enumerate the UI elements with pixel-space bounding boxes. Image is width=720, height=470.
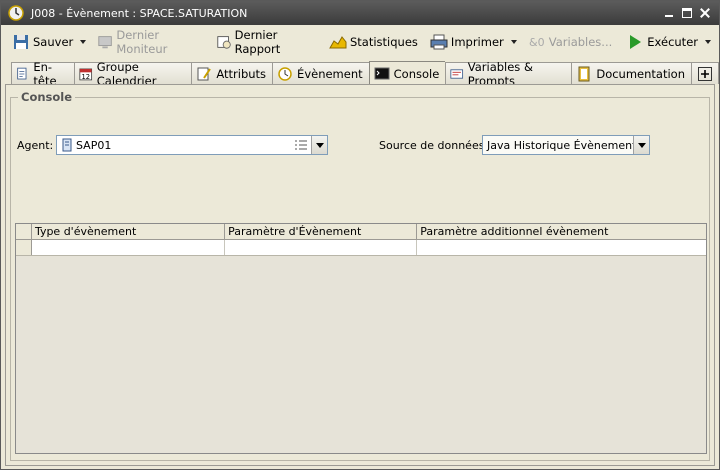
save-label: Sauver <box>33 35 74 49</box>
variables-prompts-icon <box>450 68 464 79</box>
agent-label: Agent: <box>17 139 54 152</box>
console-group-title: Console <box>18 90 76 104</box>
svg-text:12: 12 <box>82 73 91 81</box>
last-monitor-label: Dernier Moniteur <box>116 28 168 56</box>
list-icon[interactable] <box>294 139 308 151</box>
job-window: J008 - Évènement : SPACE.SATURATION Sauv… <box>0 0 720 470</box>
agent-value: SAP01 <box>76 138 112 152</box>
tab-event-label: Évènement <box>297 66 363 81</box>
printer-icon <box>430 34 448 50</box>
maximize-icon[interactable] <box>681 7 693 19</box>
row-selector[interactable] <box>16 240 32 255</box>
cell-additional-parameter[interactable] <box>417 240 706 255</box>
last-report-label: Dernier Rapport <box>234 28 281 56</box>
variables-label: Variables... <box>548 35 613 49</box>
event-clock-icon <box>278 66 292 81</box>
tab-event[interactable]: Évènement <box>272 62 369 84</box>
tab-documentation[interactable]: Documentation <box>571 62 691 84</box>
column-header-event-type[interactable]: Type d'évènement <box>32 224 226 239</box>
chevron-down-icon <box>637 142 646 148</box>
column-header-additional-parameter[interactable]: Paramètre additionnel évènement <box>417 224 706 239</box>
add-tab-button[interactable] <box>691 62 719 84</box>
tab-console-label: Console <box>393 66 440 81</box>
window-controls <box>663 7 711 19</box>
console-icon <box>374 67 390 79</box>
monitor-icon <box>98 36 113 49</box>
documentation-icon <box>578 66 590 81</box>
statistics-label: Statistiques <box>350 35 418 49</box>
agent-dropdown-button[interactable] <box>311 136 327 154</box>
tab-documentation-label: Documentation <box>596 66 685 81</box>
cell-event-type[interactable] <box>32 240 226 255</box>
minimize-icon[interactable] <box>663 7 675 19</box>
tab-bar: En-tête 12 Groupe Calendrier Attributs É… <box>11 60 719 88</box>
row-header-corner <box>16 224 32 239</box>
print-button[interactable]: Imprimer <box>427 31 507 53</box>
tab-header[interactable]: En-tête <box>11 60 75 88</box>
close-icon[interactable] <box>699 7 711 19</box>
variables-icon: &0 <box>529 36 545 49</box>
event-table: Type d'évènement Paramètre d'Évènement P… <box>15 223 707 454</box>
data-source-select[interactable]: Java Historique Évènement <box>482 135 650 155</box>
tab-attributes[interactable]: Attributs <box>191 62 273 84</box>
data-source-label: Source de données: <box>379 139 489 152</box>
save-dropdown-icon[interactable] <box>80 40 87 44</box>
tab-console[interactable]: Console <box>368 61 446 85</box>
execute-button[interactable]: Exécuter <box>623 31 701 53</box>
toolbar: Sauver Dernier Moniteur Dernier Rapport … <box>1 28 719 56</box>
print-dropdown-icon[interactable] <box>510 40 517 44</box>
tab-calendar-group[interactable]: 12 Groupe Calendrier <box>74 60 192 88</box>
variables-button[interactable]: &0 Variables... <box>525 31 616 53</box>
chevron-down-icon <box>315 142 324 148</box>
title-bar: J008 - Évènement : SPACE.SATURATION <box>1 1 719 25</box>
agent-icon <box>62 138 72 152</box>
table-header: Type d'évènement Paramètre d'Évènement P… <box>16 224 706 240</box>
report-icon <box>216 36 231 49</box>
execute-dropdown-icon[interactable] <box>705 40 711 44</box>
tab-variables-prompts[interactable]: Variables & Prompts <box>445 60 572 88</box>
column-header-event-parameter[interactable]: Paramètre d'Évènement <box>225 224 418 239</box>
statistics-button[interactable]: Statistiques <box>326 31 421 53</box>
cell-event-parameter[interactable] <box>225 240 418 255</box>
attributes-icon <box>197 67 212 80</box>
tab-attributes-label: Attributs <box>216 66 267 81</box>
last-report-button[interactable]: Dernier Rapport <box>213 28 320 56</box>
last-monitor-button[interactable]: Dernier Moniteur <box>94 28 206 56</box>
header-icon <box>17 67 27 79</box>
agent-combobox[interactable]: SAP01 <box>56 135 328 155</box>
play-icon <box>630 35 642 49</box>
data-source-value: Java Historique Évènement <box>487 138 633 152</box>
add-tab-icon <box>698 66 712 81</box>
calendar-icon: 12 <box>79 68 93 81</box>
svg-text:&0: &0 <box>529 36 545 49</box>
data-source-dropdown-button[interactable] <box>633 136 649 154</box>
print-label: Imprimer <box>450 35 504 49</box>
window-title: J008 - Évènement : SPACE.SATURATION <box>31 6 248 20</box>
save-button[interactable]: Sauver <box>9 31 76 53</box>
console-panel: Console Agent: SAP01 Source de données: … <box>5 84 715 466</box>
app-clock-icon <box>8 5 24 21</box>
execute-label: Exécuter <box>647 35 698 49</box>
statistics-icon <box>329 36 347 49</box>
table-row[interactable] <box>16 240 706 256</box>
save-icon <box>14 35 28 49</box>
